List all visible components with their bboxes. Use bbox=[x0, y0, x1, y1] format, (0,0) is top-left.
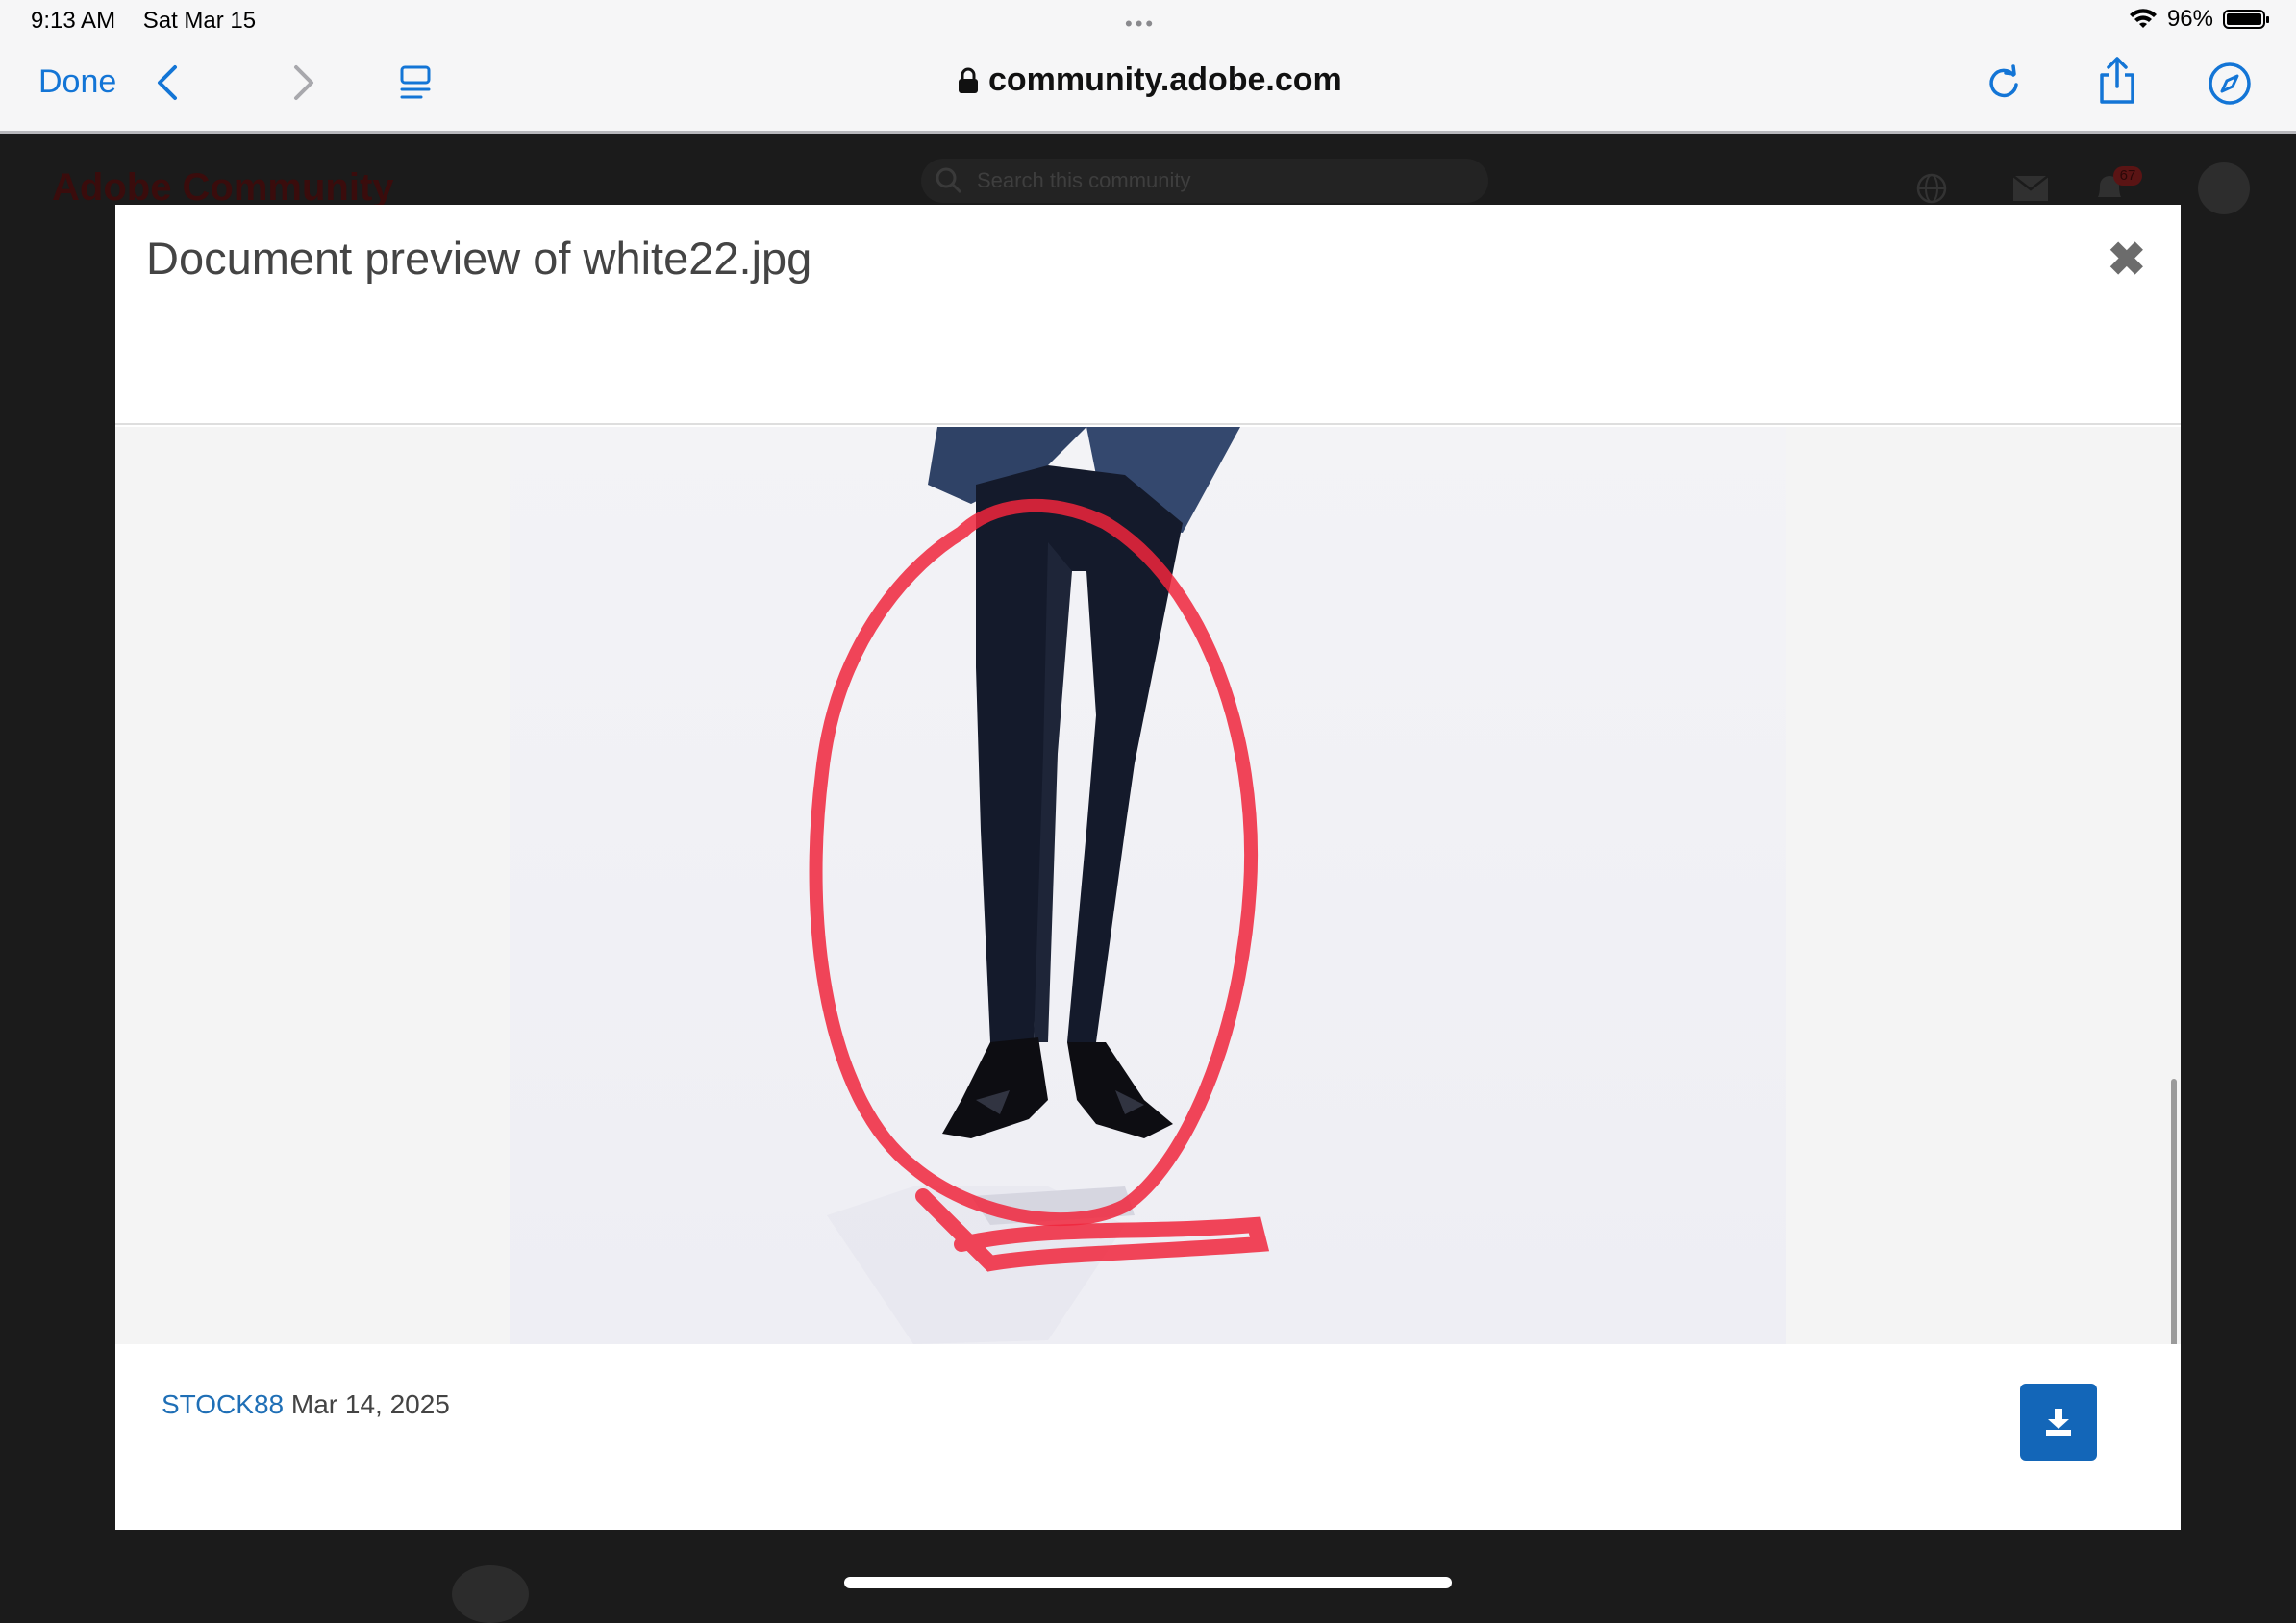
modal-footer: STOCK88 Mar 14, 2025 bbox=[115, 1344, 2181, 1530]
notification-badge: 67 bbox=[2113, 166, 2142, 186]
vertical-scrollbar[interactable] bbox=[2171, 1079, 2177, 1344]
search-placeholder: Search this community bbox=[977, 168, 1191, 192]
background-avatar bbox=[452, 1565, 529, 1623]
document-preview-modal: Document preview of white22.jpg ✖ STOCK8… bbox=[115, 205, 2181, 1530]
battery-percent: 96% bbox=[2166, 6, 2213, 32]
globe-icon bbox=[1916, 173, 1947, 204]
multitasking-dots-icon[interactable]: ••• bbox=[1125, 12, 1156, 37]
address-bar[interactable]: community.adobe.com bbox=[958, 62, 1342, 99]
preview-image bbox=[510, 427, 1786, 1344]
lock-icon bbox=[959, 67, 978, 93]
home-indicator[interactable] bbox=[844, 1577, 1452, 1588]
done-button[interactable]: Done bbox=[38, 63, 116, 101]
browser-toolbar: 9:13 AM Sat Mar 15 ••• 96% Done communit… bbox=[0, 0, 2296, 134]
status-bar-right: 96% bbox=[2129, 6, 2269, 33]
status-date: Sat Mar 15 bbox=[142, 8, 257, 34]
tabs-icon[interactable] bbox=[398, 63, 433, 102]
status-bar-left: 9:13 AM Sat Mar 15 bbox=[31, 8, 277, 35]
url-text: community.adobe.com bbox=[988, 62, 1342, 98]
compass-icon[interactable] bbox=[2208, 62, 2252, 106]
battery-icon bbox=[2223, 10, 2269, 29]
modal-header: Document preview of white22.jpg ✖ bbox=[115, 205, 2181, 425]
close-icon[interactable]: ✖ bbox=[2108, 237, 2146, 284]
status-time: 9:13 AM bbox=[31, 8, 116, 34]
community-search-input: Search this community bbox=[921, 159, 1488, 203]
attachment-date: Mar 14, 2025 bbox=[290, 1389, 450, 1419]
wifi-icon bbox=[2129, 9, 2157, 28]
site-logo: Adobe Community bbox=[52, 166, 394, 209]
share-icon[interactable] bbox=[2096, 56, 2138, 106]
chevron-right-icon[interactable] bbox=[290, 63, 317, 102]
reload-icon[interactable] bbox=[1984, 63, 2023, 102]
chevron-left-icon[interactable] bbox=[154, 63, 181, 102]
search-icon bbox=[936, 167, 962, 194]
mail-icon bbox=[2012, 175, 2049, 201]
download-icon bbox=[2046, 1409, 2071, 1436]
avatar bbox=[2198, 162, 2250, 214]
download-button[interactable] bbox=[2020, 1384, 2097, 1461]
author-link[interactable]: STOCK88 bbox=[162, 1389, 284, 1419]
trousers-photo-illustration bbox=[809, 427, 1270, 1344]
image-preview-area bbox=[115, 427, 2181, 1344]
attachment-meta: STOCK88 Mar 14, 2025 bbox=[162, 1389, 450, 1420]
modal-title: Document preview of white22.jpg bbox=[146, 233, 812, 284]
